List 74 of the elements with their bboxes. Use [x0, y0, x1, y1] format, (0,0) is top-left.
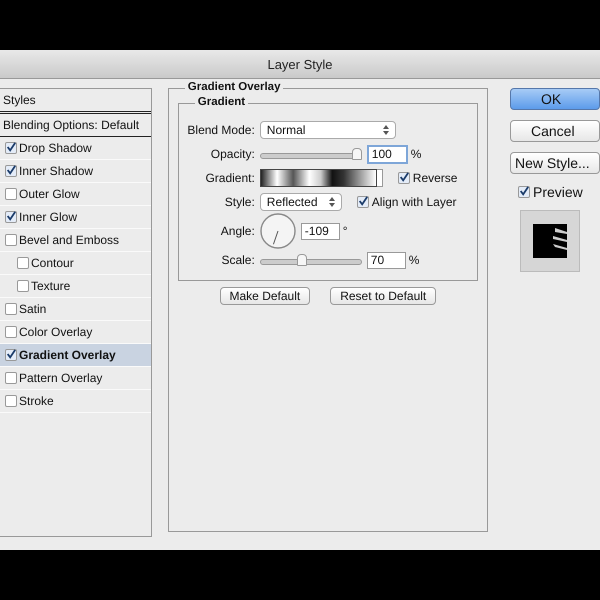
slider-thumb[interactable]: [296, 254, 307, 266]
checkbox[interactable]: [5, 142, 17, 154]
style-label: Bevel and Emboss: [19, 233, 120, 247]
style-label: Inner Glow: [19, 210, 78, 224]
checkbox[interactable]: [17, 280, 29, 292]
dialog-button[interactable]: New Style...: [510, 152, 600, 174]
style-select[interactable]: Reflected: [260, 193, 342, 211]
field-label: Blend Mode:: [186, 123, 255, 137]
style-item[interactable]: Outer Glow: [0, 183, 151, 206]
ok-button[interactable]: OK: [510, 88, 600, 110]
style-label: Inner Shadow: [19, 164, 94, 178]
checkbox-label: Align with Layer: [372, 195, 457, 209]
style-label: Color Overlay: [19, 325, 92, 339]
checkbox[interactable]: [5, 188, 17, 200]
slider-thumb[interactable]: [352, 148, 362, 160]
style-item[interactable]: Pattern Overlay: [0, 367, 151, 390]
style-label: Gradient Overlay: [19, 348, 116, 362]
checkbox-label: Reverse: [412, 171, 458, 185]
gradient-swatch[interactable]: [260, 169, 377, 187]
default-button[interactable]: Reset to Default: [330, 287, 436, 305]
field-label: Opacity:: [210, 147, 255, 161]
style-item[interactable]: Inner Shadow: [0, 160, 151, 183]
checkbox[interactable]: [518, 186, 530, 198]
style-label: Texture: [31, 279, 70, 293]
blending-options-item[interactable]: Blending Options: Default: [0, 114, 151, 137]
checkbox[interactable]: [356, 196, 369, 208]
styles-header[interactable]: Styles: [0, 89, 151, 114]
stepper-arrows-icon: [328, 197, 335, 207]
checkbox[interactable]: [5, 234, 17, 246]
checkbox[interactable]: [17, 257, 29, 269]
style-label: Satin: [19, 302, 46, 316]
scale-field[interactable]: 70: [366, 252, 406, 268]
style-item[interactable]: Gradient Overlay: [0, 344, 151, 367]
checkbox[interactable]: [5, 349, 17, 361]
group-title: Gradient Overlay: [184, 81, 284, 93]
unit-label: %: [408, 253, 420, 267]
checkbox[interactable]: [5, 211, 17, 223]
field-label: Gradient:: [204, 171, 255, 185]
style-item[interactable]: Bevel and Emboss: [0, 229, 151, 252]
opacity-slider[interactable]: [260, 148, 362, 160]
stepper-arrows-icon: [382, 125, 389, 135]
checkbox[interactable]: [5, 395, 17, 407]
opacity-field[interactable]: 100: [366, 144, 408, 164]
checkbox[interactable]: [398, 172, 410, 184]
style-label: Outer Glow: [19, 187, 80, 201]
style-item[interactable]: Inner Glow: [0, 206, 151, 229]
style-item[interactable]: Drop Shadow: [0, 137, 151, 160]
default-button[interactable]: Make Default: [220, 287, 310, 305]
style-label: Pattern Overlay: [19, 371, 102, 385]
style-label: Contour: [31, 256, 74, 270]
group-title: Gradient: [194, 96, 248, 108]
checkbox[interactable]: [5, 303, 17, 315]
preview-swatch-icon: [533, 224, 567, 258]
angle-field[interactable]: -109: [300, 222, 340, 240]
dialog-button[interactable]: Cancel: [510, 120, 600, 142]
blend-mode-select[interactable]: Normal: [260, 121, 396, 139]
angle-dial[interactable]: [260, 213, 296, 249]
unit-label: °: [342, 224, 348, 238]
style-item[interactable]: Texture: [0, 275, 151, 298]
checkbox[interactable]: [5, 326, 17, 338]
checkbox[interactable]: [5, 165, 17, 177]
style-label: Drop Shadow: [19, 141, 92, 155]
style-label: Stroke: [19, 394, 54, 408]
unit-label: %: [410, 147, 422, 161]
checkbox-label: Preview: [533, 184, 583, 200]
style-item[interactable]: Contour: [0, 252, 151, 275]
style-item[interactable]: Stroke: [0, 390, 151, 413]
window-title: Layer Style: [267, 56, 333, 72]
field-label: Angle:: [220, 224, 255, 238]
style-item[interactable]: Satin: [0, 298, 151, 321]
field-label: Style:: [224, 195, 255, 209]
checkbox[interactable]: [5, 372, 17, 384]
scale-slider[interactable]: [260, 254, 362, 266]
field-label: Scale:: [220, 253, 255, 267]
